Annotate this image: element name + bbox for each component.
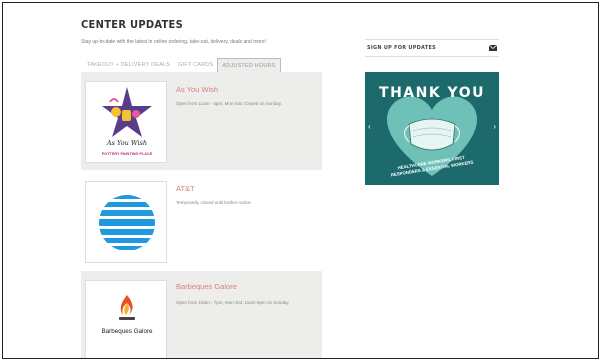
as-you-wish-logo-art: As You Wish POTTERY PAINTING PLACE <box>102 87 153 156</box>
logo-script-text: As You Wish <box>106 139 147 147</box>
signup-for-updates-link[interactable]: SIGN UP FOR UPDATES <box>365 39 499 57</box>
business-name[interactable]: As You Wish <box>176 85 218 94</box>
business-hours: Open from 11am - 4pm, Mon-Sat. Closed on… <box>176 101 282 106</box>
listing-as-you-wish: As You Wish POTTERY PAINTING PLACE As Yo… <box>81 72 322 170</box>
face-mask-icon <box>403 118 461 151</box>
business-hours: Open from 10am - 7pm, Mon-Sat, 11am-6pm … <box>176 300 290 305</box>
listing-att: AT&T Temporarily closed until further no… <box>81 173 322 269</box>
signup-label: SIGN UP FOR UPDATES <box>367 45 436 51</box>
barbeques-galore-logo-art: Barbeques Galore <box>101 295 153 335</box>
page-title: CENTER UPDATES <box>81 18 184 31</box>
att-logo[interactable] <box>85 181 167 263</box>
logo-wordmark-text: Barbeques Galore <box>101 328 153 335</box>
att-globe-icon <box>99 195 155 251</box>
tab-bar: TAKEOUT + DELIVERY DEALS GIFT CARDS ADJU… <box>83 58 281 73</box>
tab-takeout-delivery[interactable]: TAKEOUT + DELIVERY DEALS <box>83 58 174 73</box>
page-frame: CENTER UPDATES Stay up-to-date with the … <box>2 2 599 359</box>
banner-headline: THANK YOU <box>379 85 485 101</box>
page-subtitle: Stay up-to-date with the latest in onlin… <box>81 39 267 45</box>
chevron-left-icon[interactable]: ‹ <box>368 122 371 131</box>
thank-you-banner-art: THANK YOU HEALTHCARE WORKERS, FIRST RESP… <box>379 85 485 177</box>
tab-gift-cards[interactable]: GIFT CARDS <box>174 58 217 73</box>
chevron-right-icon[interactable]: › <box>493 122 496 131</box>
thank-you-banner[interactable]: THANK YOU HEALTHCARE WORKERS, FIRST RESP… <box>365 72 499 185</box>
barbeques-galore-logo[interactable]: Barbeques Galore <box>85 280 167 358</box>
as-you-wish-logo[interactable]: As You Wish POTTERY PAINTING PLACE <box>85 81 167 163</box>
logo-tagline-text: POTTERY PAINTING PLACE <box>102 152 153 156</box>
tab-adjusted-hours[interactable]: ADJUSTED HOURS <box>217 58 281 73</box>
business-name[interactable]: Barbeques Galore <box>176 282 237 291</box>
envelope-icon <box>489 45 497 51</box>
business-hours: Temporarily closed until further notice. <box>176 200 252 205</box>
listing-barbeques-galore: Barbeques Galore Barbeques Galore Open f… <box>81 271 322 358</box>
business-name[interactable]: AT&T <box>176 184 195 193</box>
